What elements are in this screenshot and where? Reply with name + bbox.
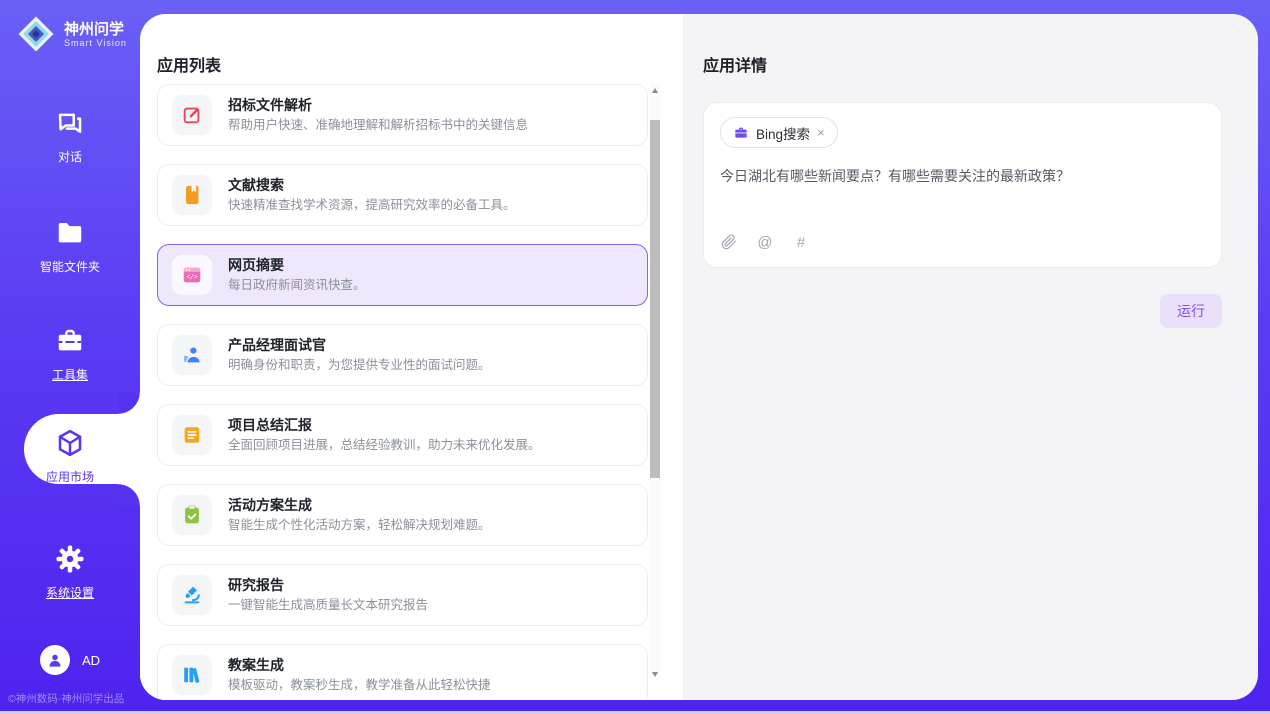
app-card-title: 文献搜索 [228, 176, 516, 194]
tool-tag-bing-search[interactable]: Bing搜索 × [720, 117, 838, 148]
app-list-panel: 应用列表 招标文件解析帮助用户快速、准确地理解和解析招标书中的关键信息文献搜索快… [140, 14, 683, 700]
close-icon[interactable]: × [817, 126, 825, 139]
app-card-research[interactable]: 研究报告一键智能生成高质量长文本研究报告 [157, 564, 648, 626]
user-name: AD [82, 653, 100, 668]
webpage-icon: </> [172, 255, 212, 295]
app-card-lit-search[interactable]: 文献搜索快速精准查找学术资源，提高研究效率的必备工具。 [157, 164, 648, 226]
pill-fillet-top [118, 392, 140, 414]
interviewer-icon [172, 335, 212, 375]
svg-text:</>: </> [186, 273, 198, 281]
app-card-title: 活动方案生成 [228, 496, 491, 514]
app-card-web-digest[interactable]: </> 网页摘要每日政府新闻资讯快查。 [157, 244, 648, 306]
sidebar-item-label: 智能文件夹 [0, 258, 140, 275]
toolbox-icon [55, 326, 85, 356]
copyright: ©神州数码·神州问学出品 [8, 691, 142, 706]
app-card-proj-report[interactable]: 项目总结汇报全面回顾项目进展，总结经验教训，助力未来优化发展。 [157, 404, 648, 466]
app-card-desc: 全面回顾项目进展，总结经验教训，助力未来优化发展。 [228, 437, 541, 454]
app-card-title: 研究报告 [228, 576, 428, 594]
mention-icon[interactable]: @ [756, 233, 774, 251]
tool-tag-label: Bing搜索 [756, 123, 810, 143]
scroll-up-button[interactable] [650, 84, 660, 96]
list-scrollbar[interactable] [650, 84, 660, 680]
app-detail-title: 应用详情 [703, 52, 1222, 76]
sidebar-item-label: 对话 [0, 148, 140, 165]
main-content: 应用列表 招标文件解析帮助用户快速、准确地理解和解析招标书中的关键信息文献搜索快… [140, 14, 1258, 700]
sidebar-item-market[interactable]: 应用市场 [0, 428, 140, 485]
attachment-icon[interactable] [720, 233, 738, 251]
run-button[interactable]: 运行 [1160, 294, 1222, 328]
app-card-title: 产品经理面试官 [228, 336, 491, 354]
app-card-title: 教案生成 [228, 656, 491, 674]
app-card-lesson-plan[interactable]: 教案生成模板驱动，教案秒生成，教学准备从此轻松快捷 [157, 644, 648, 700]
clipboard-check-icon [172, 495, 212, 535]
user-row[interactable]: AD [0, 645, 140, 675]
app-card-desc: 每日政府新闻资讯快查。 [228, 277, 366, 294]
book-icon [172, 175, 212, 215]
edit-icon [172, 95, 212, 135]
brand: 神州问学 Smart Vision [16, 14, 127, 54]
composer-toolbar: @# [720, 233, 1205, 253]
app-card-list: 招标文件解析帮助用户快速、准确地理解和解析招标书中的关键信息文献搜索快速精准查找… [157, 84, 648, 700]
sidebar-item-label: 应用市场 [0, 468, 140, 485]
app-card-bid-parse[interactable]: 招标文件解析帮助用户快速、准确地理解和解析招标书中的关键信息 [157, 84, 648, 146]
app-card-desc: 帮助用户快速、准确地理解和解析招标书中的关键信息 [228, 117, 528, 134]
app-card-title: 网页摘要 [228, 256, 366, 274]
user-icon [45, 650, 65, 670]
composer-card[interactable]: Bing搜索 × 今日湖北有哪些新闻要点？有哪些需要关注的最新政策？ @# [703, 102, 1222, 268]
gear-icon [55, 544, 85, 574]
chat-icon [55, 108, 85, 138]
scrollbar-thumb[interactable] [650, 120, 660, 478]
app-card-desc: 智能生成个性化活动方案，轻松解决规划难题。 [228, 517, 491, 534]
research-icon [172, 575, 212, 615]
cube-icon [55, 428, 85, 458]
folder-icon [55, 218, 85, 248]
sidebar-item-tools[interactable]: 工具集 [0, 326, 140, 383]
books-icon [172, 655, 212, 695]
arrow-down-icon [652, 672, 658, 677]
app-card-desc: 明确身份和职责，为您提供专业性的面试问题。 [228, 357, 491, 374]
app-card-title: 项目总结汇报 [228, 416, 541, 434]
brand-name: 神州问学 [64, 21, 127, 38]
query-text[interactable]: 今日湖北有哪些新闻要点？有哪些需要关注的最新政策？ [720, 166, 1205, 233]
summary-note-icon [172, 415, 212, 455]
app-card-desc: 一键智能生成高质量长文本研究报告 [228, 597, 428, 614]
sidebar-item-folders[interactable]: 智能文件夹 [0, 218, 140, 275]
sidebar-item-chat[interactable]: 对话 [0, 108, 140, 165]
app-card-event-plan[interactable]: 活动方案生成智能生成个性化活动方案，轻松解决规划难题。 [157, 484, 648, 546]
app-card-desc: 模板驱动，教案秒生成，教学准备从此轻松快捷 [228, 677, 491, 694]
sidebar: 神州问学 Smart Vision 对话智能文件夹工具集应用市场系统设置 AD … [0, 0, 140, 714]
avatar[interactable] [40, 645, 70, 675]
sidebar-item-settings[interactable]: 系统设置 [0, 544, 140, 601]
app-card-title: 招标文件解析 [228, 96, 528, 114]
arrow-up-icon [652, 88, 658, 93]
scroll-down-button[interactable] [650, 668, 660, 680]
hash-icon[interactable]: # [792, 233, 810, 251]
app-card-pm-interview[interactable]: 产品经理面试官明确身份和职责，为您提供专业性的面试问题。 [157, 324, 648, 386]
app-detail-panel: 应用详情 Bing搜索 × 今日湖北有哪些新闻要点？有哪些需要关注的最新政策？ … [683, 14, 1258, 700]
brand-logo-icon [16, 14, 56, 54]
app-list-title: 应用列表 [157, 52, 221, 76]
app-card-desc: 快速精准查找学术资源，提高研究效率的必备工具。 [228, 197, 516, 214]
brand-tagline: Smart Vision [64, 38, 127, 48]
briefcase-icon [733, 125, 749, 141]
sidebar-item-label: 系统设置 [0, 584, 140, 601]
pill-fillet-bottom [118, 484, 140, 506]
sidebar-item-label: 工具集 [0, 366, 140, 383]
